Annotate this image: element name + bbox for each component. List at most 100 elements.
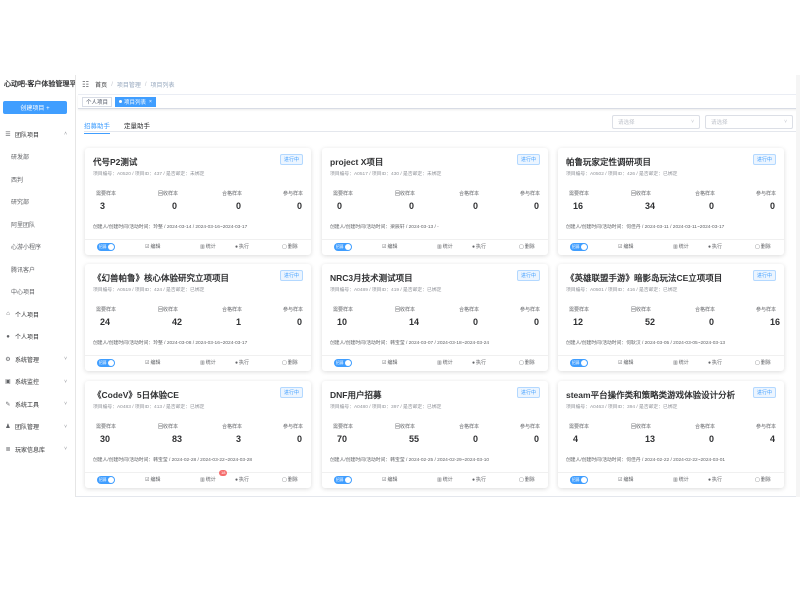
delete-button[interactable]: ▢ 删除 <box>755 243 771 251</box>
project-card[interactable]: 《英雄联盟手游》暗影岛玩法CE立项项目 进行中 项目编号：A0501 / 项目ID：… <box>558 264 784 371</box>
project-title[interactable]: DNF用户招募 <box>330 389 381 401</box>
delete-button[interactable]: ▢ 删除 <box>755 359 771 367</box>
delete-button[interactable]: ▢ 删除 <box>755 476 771 484</box>
delete-button[interactable]: ▢ 删除 <box>282 476 298 484</box>
project-title[interactable]: 《幻兽帕鲁》核心体验研究立项项目 <box>93 272 229 284</box>
project-title[interactable]: 帕鲁玩家定性调研项目 <box>566 156 651 168</box>
tags-view-item[interactable]: 个人项目 <box>82 96 113 107</box>
filter-select-2[interactable]: 请选择 ˅ <box>705 115 793 129</box>
delete-button[interactable]: ▢ 删除 <box>519 359 535 367</box>
stats-button[interactable]: ▥ 统计 <box>200 243 216 251</box>
execute-button[interactable]: ● 执行 <box>472 243 486 251</box>
delete-button[interactable]: ▢ 删除 <box>519 476 535 484</box>
sidebar-item[interactable]: ≣ 玩家信息库 ˅ <box>0 438 75 461</box>
project-card[interactable]: 代号P2测试 进行中 项目编号：A0520 / 项目ID：437 / 是否邮定：未绑… <box>85 148 311 255</box>
trash-icon: ▢ <box>282 476 287 483</box>
sidebar-item[interactable]: ⌂ 个人项目 <box>0 303 75 326</box>
project-title[interactable]: 《CodeV》5日体验CE <box>93 389 179 401</box>
sidebar-item[interactable]: ☰ 团队项目 ˄ <box>0 123 75 146</box>
sidebar-item[interactable]: 心游小程序 <box>0 236 75 259</box>
edit-label: 编辑 <box>150 244 161 250</box>
recruit-toggle[interactable]: 招募 <box>570 359 588 367</box>
stat-value: 83 <box>172 434 183 444</box>
execute-button[interactable]: ● 执行 <box>708 476 722 484</box>
edit-button[interactable]: ☑ 编辑 <box>618 476 634 484</box>
sidebar-item[interactable]: ▣ 系统监控 ˅ <box>0 371 75 394</box>
sidebar-item[interactable]: 中心项目 <box>0 281 75 304</box>
sidebar-item[interactable]: 研发部 <box>0 146 75 169</box>
sidebar-item[interactable]: ● 个人项目 <box>0 326 75 349</box>
stats-button[interactable]: ▥ 统计 18 <box>200 470 228 483</box>
sidebar-item[interactable]: 腾讯客户 <box>0 258 75 281</box>
project-card[interactable]: steam平台操作类和策略类游戏体验设计分析 进行中 项目编号：A0463 / 项目… <box>558 381 784 488</box>
execute-button[interactable]: ● 执行 <box>235 243 249 251</box>
stats-button[interactable]: ▥ 统计 <box>673 359 689 367</box>
close-icon[interactable]: × <box>149 99 152 105</box>
recruit-toggle[interactable]: 招募 <box>334 243 352 251</box>
project-title[interactable]: NRC3月技术测试项目 <box>330 272 413 284</box>
create-project-button[interactable]: 创建项目 + <box>3 101 67 114</box>
sidebar-item[interactable]: ⚙ 系统管理 ˅ <box>0 348 75 371</box>
edit-button[interactable]: ☑ 编辑 <box>382 243 398 251</box>
sidebar-item[interactable]: ♟ 团队管理 ˅ <box>0 416 75 439</box>
delete-button[interactable]: ▢ 删除 <box>282 243 298 251</box>
project-card[interactable]: project X项目 进行中 项目编号：A0517 / 项目ID：430 / 是否… <box>322 148 548 255</box>
trash-icon: ▢ <box>519 359 524 366</box>
recruit-toggle[interactable]: 招募 <box>570 243 588 251</box>
edit-button[interactable]: ☑ 编辑 <box>382 476 398 484</box>
stats-button[interactable]: ▥ 统计 <box>673 476 689 484</box>
sidebar-item[interactable]: 西判 <box>0 168 75 191</box>
execute-button[interactable]: ● 执行 <box>708 243 722 251</box>
status-badge: 进行中 <box>752 154 776 165</box>
chevron-icon: ˅ <box>64 378 67 385</box>
project-card[interactable]: 《幻兽帕鲁》核心体验研究立项项目 进行中 项目编号：A0519 / 项目ID：424… <box>85 264 311 371</box>
execute-button[interactable]: ● 执行 <box>235 476 249 484</box>
execute-button[interactable]: ● 执行 <box>472 359 486 367</box>
sidebar-item[interactable]: 研究部 <box>0 191 75 214</box>
sample-stats: 需要样本 4 回收样本 13 合格样本 0 参与样本 4 <box>558 423 784 447</box>
creator-info: 创建人/创建时间/活动时间：梁辰轩 / 2024-03-13 / - <box>330 225 439 230</box>
project-card[interactable]: DNF用户招募 进行中 项目编号：A0480 / 项目ID：397 / 是否邮定：已… <box>322 381 548 488</box>
project-title[interactable]: steam平台操作类和策略类游戏体验设计分析 <box>566 389 735 401</box>
delete-button[interactable]: ▢ 删除 <box>282 359 298 367</box>
stats-button[interactable]: ▥ 统计 <box>437 476 453 484</box>
edit-button[interactable]: ☑ 编辑 <box>145 476 161 484</box>
recruit-toggle[interactable]: 招募 <box>97 359 115 367</box>
project-title[interactable]: 代号P2测试 <box>93 156 137 168</box>
breadcrumb-level2[interactable]: 项目管理 <box>117 80 141 89</box>
execute-button[interactable]: ● 执行 <box>708 359 722 367</box>
edit-button[interactable]: ☑ 编辑 <box>145 359 161 367</box>
stats-button[interactable]: ▥ 统计 <box>437 243 453 251</box>
recruit-toggle[interactable]: 招募 <box>97 476 115 484</box>
project-title[interactable]: project X项目 <box>330 156 383 168</box>
project-card[interactable]: 帕鲁玩家定性调研项目 进行中 项目编号：A0502 / 项目ID：426 / 是否邮… <box>558 148 784 255</box>
edit-button[interactable]: ☑ 编辑 <box>618 243 634 251</box>
tags-view-item[interactable]: 项目列表 × <box>115 96 156 107</box>
stats-button[interactable]: ▥ 统计 <box>673 243 689 251</box>
edit-button[interactable]: ☑ 编辑 <box>145 243 161 251</box>
execute-button[interactable]: ● 执行 <box>472 476 486 484</box>
sidebar-item[interactable]: ✎ 系统工具 ˅ <box>0 393 75 416</box>
stats-button[interactable]: ▥ 统计 <box>437 359 453 367</box>
project-card[interactable]: 《CodeV》5日体验CE 进行中 项目编号：A0483 / 项目ID：413 / … <box>85 381 311 488</box>
user-icon: ● <box>235 359 239 366</box>
edit-button[interactable]: ☑ 编辑 <box>382 359 398 367</box>
project-card[interactable]: NRC3月技术测试项目 进行中 项目编号：A0489 / 项目ID：419 / 是否… <box>322 264 548 371</box>
stats-button[interactable]: ▥ 统计 <box>200 359 216 367</box>
sidebar-item[interactable]: 阿里团队 <box>0 213 75 236</box>
execute-button[interactable]: ● 执行 <box>235 359 249 367</box>
project-title[interactable]: 《英雄联盟手游》暗影岛玩法CE立项项目 <box>566 272 722 284</box>
status-badge: 进行中 <box>752 387 776 398</box>
stats-label: 统计 <box>678 360 689 366</box>
delete-button[interactable]: ▢ 删除 <box>519 243 535 251</box>
menu-fold-icon[interactable]: ☷ <box>82 80 89 89</box>
page-scrollbar[interactable] <box>796 75 800 497</box>
bar-chart-icon: ▥ <box>673 476 678 483</box>
recruit-toggle[interactable]: 招募 <box>570 476 588 484</box>
edit-button[interactable]: ☑ 编辑 <box>618 359 634 367</box>
recruit-toggle[interactable]: 招募 <box>334 476 352 484</box>
recruit-toggle[interactable]: 招募 <box>334 359 352 367</box>
breadcrumb-home[interactable]: 首页 <box>95 80 107 89</box>
filter-select-1[interactable]: 请选择 ˅ <box>612 115 700 129</box>
recruit-toggle[interactable]: 招募 <box>97 243 115 251</box>
